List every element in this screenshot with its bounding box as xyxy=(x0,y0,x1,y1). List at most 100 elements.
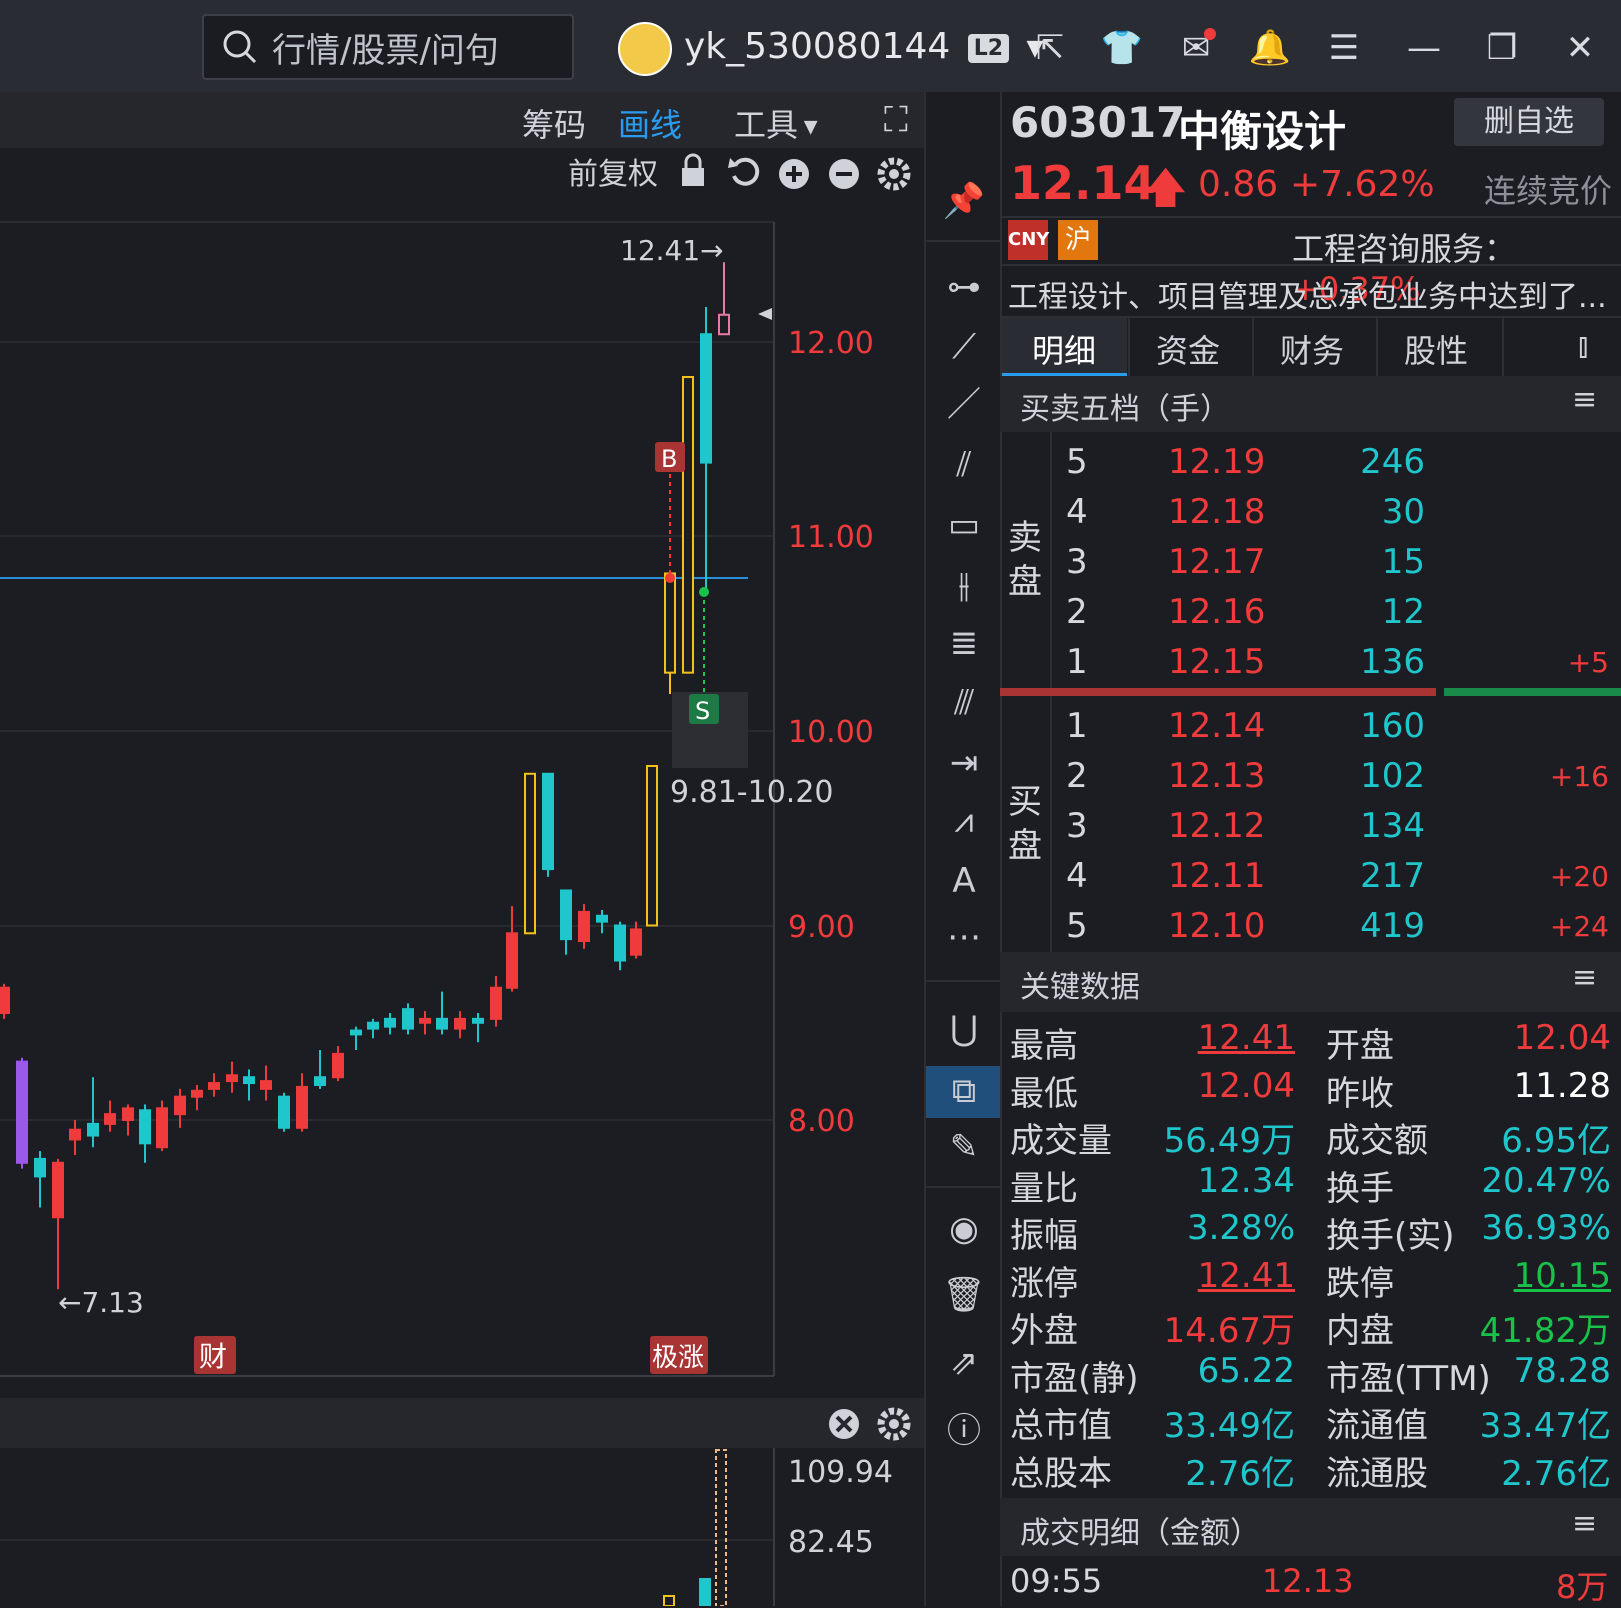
candle[interactable] xyxy=(332,1052,344,1079)
trades-menu-icon[interactable]: ≡ xyxy=(1572,1506,1597,1541)
candle[interactable] xyxy=(560,889,572,941)
username[interactable]: yk_530080144 L2 ▼ xyxy=(684,26,1043,67)
orderbook-row-sell[interactable]: 3 12.17 15 xyxy=(1000,538,1621,588)
orderbook-row-buy[interactable]: 5 12.10 419 +24 xyxy=(1000,902,1621,952)
candle[interactable] xyxy=(718,313,730,336)
pin-icon[interactable]: 📌 xyxy=(926,176,1002,226)
orderbook-menu-icon[interactable]: ≡ xyxy=(1572,382,1597,417)
candle[interactable] xyxy=(226,1074,238,1083)
remove-watchlist-button[interactable]: 删自选 xyxy=(1454,98,1604,146)
fibonacci-tool-icon[interactable]: ≣ xyxy=(926,618,1002,668)
copy-drawing-icon[interactable]: ⧉ xyxy=(926,1066,1002,1118)
bell-icon[interactable]: 🔔 xyxy=(1248,26,1292,70)
orderbook-row-sell[interactable]: 1 12.15 136 +5 xyxy=(1000,638,1621,688)
segment-tool-icon[interactable]: ⊶ xyxy=(926,262,1002,312)
tab-huaxian[interactable]: 画线 xyxy=(618,100,682,146)
tab-guxing[interactable]: 股性 xyxy=(1404,326,1468,372)
orderbook-row-sell[interactable]: 4 12.18 30 xyxy=(1000,488,1621,538)
search-box[interactable]: 行情/股票/问句 xyxy=(202,14,574,80)
text-tool-icon[interactable]: A xyxy=(926,856,1002,906)
candle[interactable] xyxy=(156,1107,168,1149)
measure-tool-icon[interactable]: ⇥ xyxy=(926,738,1002,788)
candle[interactable] xyxy=(402,1008,414,1030)
skin-shirt-icon[interactable]: 👕 xyxy=(1100,26,1144,70)
candle[interactable] xyxy=(139,1109,151,1145)
candle[interactable] xyxy=(314,1076,326,1086)
magnet-icon[interactable]: ⋃ xyxy=(926,1004,1002,1054)
tab-caiwu[interactable]: 财务 xyxy=(1280,326,1344,372)
candle[interactable] xyxy=(454,1017,466,1030)
candle[interactable] xyxy=(419,1017,431,1024)
candle[interactable] xyxy=(122,1107,134,1121)
candle[interactable] xyxy=(506,932,518,989)
tab-expand-icon[interactable]: ⫾ xyxy=(1578,326,1588,365)
zoom-in-icon[interactable] xyxy=(779,159,809,189)
orderbook-row-buy[interactable]: 1 12.14 160 xyxy=(1000,702,1621,752)
candle[interactable] xyxy=(0,986,10,1015)
candle[interactable] xyxy=(52,1161,64,1219)
keydata-menu-icon[interactable]: ≡ xyxy=(1572,960,1597,995)
orderbook-row-buy[interactable]: 4 12.11 217 +20 xyxy=(1000,852,1621,902)
candle[interactable] xyxy=(472,1017,484,1024)
more-tools-icon[interactable]: ⋯ xyxy=(926,912,1002,962)
candle[interactable] xyxy=(682,376,694,674)
orderbook-row-buy[interactable]: 2 12.13 102 +16 xyxy=(1000,752,1621,802)
candle[interactable] xyxy=(436,1017,448,1030)
gann-fan-icon[interactable]: ⫻ xyxy=(926,678,1002,728)
candle[interactable] xyxy=(278,1095,290,1129)
candle[interactable] xyxy=(16,1060,28,1164)
restore-window-icon[interactable]: ❐ xyxy=(1480,26,1524,70)
candle[interactable] xyxy=(542,772,554,871)
orderbook-row-buy[interactable]: 3 12.12 134 xyxy=(1000,802,1621,852)
candle[interactable] xyxy=(243,1076,255,1085)
candle[interactable] xyxy=(700,333,712,464)
tab-mingxi[interactable]: 明细 xyxy=(1032,326,1096,372)
orderbook-row-sell[interactable]: 2 12.16 12 xyxy=(1000,588,1621,638)
avatar[interactable] xyxy=(618,22,672,76)
candle[interactable] xyxy=(87,1122,99,1137)
minimize-icon[interactable]: — xyxy=(1402,26,1446,70)
candle[interactable] xyxy=(367,1021,379,1030)
keydata-value[interactable]: 12.41 xyxy=(1198,1018,1295,1058)
candle[interactable] xyxy=(208,1082,220,1090)
orderbook-row-sell[interactable]: 5 12.19 246 xyxy=(1000,438,1621,488)
expand-window-icon[interactable]: ⇱ xyxy=(1028,26,1072,70)
tab-gongju[interactable]: 工具 ▼ xyxy=(734,100,818,146)
company-description[interactable]: 工程设计、项目管理及总承包业务中达到了... xyxy=(1008,272,1607,316)
candle[interactable] xyxy=(384,1017,396,1028)
tab-chouma[interactable]: 筹码 xyxy=(522,100,586,146)
candle[interactable] xyxy=(260,1080,272,1090)
fork-tool-icon[interactable]: ⫲ xyxy=(926,560,1002,610)
candle[interactable] xyxy=(34,1157,46,1178)
parallel-tool-icon[interactable]: ⫽ xyxy=(926,440,1002,490)
rectangle-tool-icon[interactable]: ▭ xyxy=(926,500,1002,550)
candle[interactable] xyxy=(524,772,536,935)
share-icon[interactable]: ⇗ xyxy=(926,1338,1002,1388)
zoom-out-icon[interactable] xyxy=(829,159,859,189)
candle[interactable] xyxy=(630,928,642,956)
close-icon[interactable]: ✕ xyxy=(1558,26,1602,70)
candle[interactable] xyxy=(578,910,590,943)
help-icon[interactable]: ⓘ xyxy=(926,1406,1002,1456)
candle[interactable] xyxy=(664,572,676,674)
keydata-value[interactable]: 10.15 xyxy=(1514,1256,1611,1296)
menu-list-icon[interactable]: ☰ xyxy=(1322,26,1366,70)
candle[interactable] xyxy=(646,765,658,927)
candle[interactable] xyxy=(490,986,502,1020)
candle[interactable] xyxy=(350,1029,362,1036)
candle[interactable] xyxy=(614,924,626,962)
fuquan-label[interactable]: 前复权 xyxy=(568,157,658,192)
trash-icon[interactable]: 🗑 xyxy=(926,1270,1002,1320)
close-panel-icon[interactable] xyxy=(829,1409,859,1439)
kline-chart[interactable]: 前复权 12.00 11.00 10.00 9.00 8.00 B S 9.81… xyxy=(0,148,924,1606)
candle[interactable] xyxy=(174,1095,186,1116)
eye-icon[interactable]: ◉ xyxy=(926,1204,1002,1254)
wave-tool-icon[interactable]: ⩘ xyxy=(926,796,1002,846)
candle[interactable] xyxy=(596,914,608,923)
tab-zijin[interactable]: 资金 xyxy=(1156,326,1220,372)
candle[interactable] xyxy=(104,1113,116,1125)
fullscreen-icon[interactable]: ⛶ xyxy=(884,100,908,140)
candle[interactable] xyxy=(296,1085,308,1129)
edit-pencil-icon[interactable]: ✎ xyxy=(926,1122,1002,1172)
candle[interactable] xyxy=(69,1128,81,1141)
